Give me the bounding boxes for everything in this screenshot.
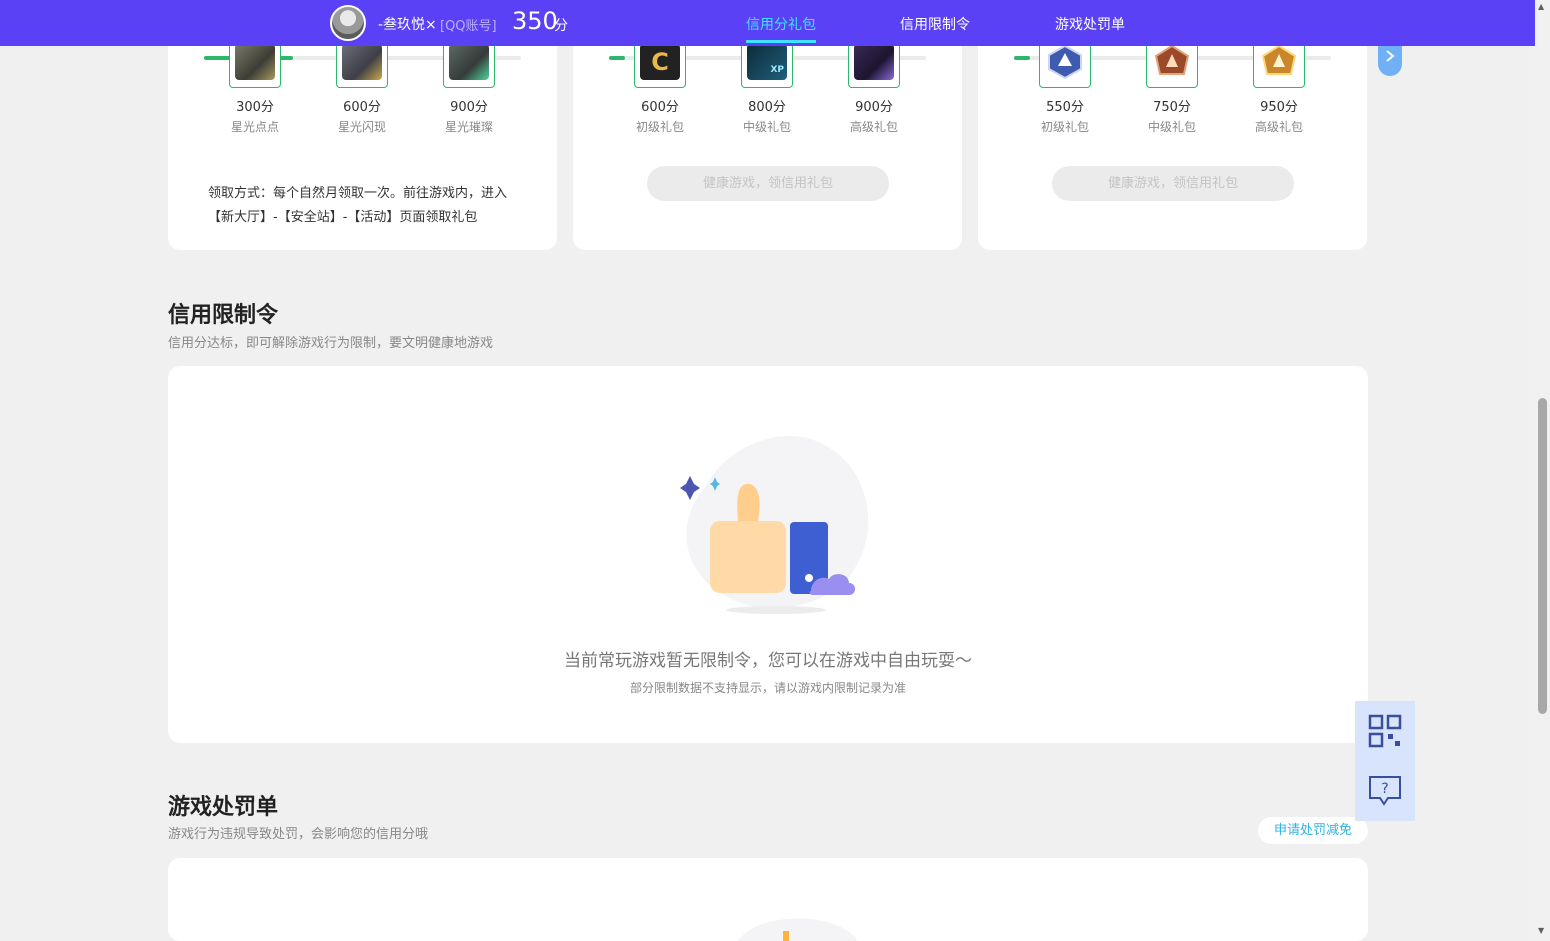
penalty-illustration [738,918,858,941]
tier-points: 600分 [343,100,381,115]
scrollbar-thumb[interactable] [1538,398,1547,714]
empty-state-note: 部分限制数据不支持显示，请以游戏内限制记录为准 [629,681,906,695]
tier-points: 900分 [855,100,893,115]
avatar[interactable] [330,5,366,41]
tier-points: 750分 [1153,100,1191,115]
progress-fill [609,56,625,60]
tier-label: 中级礼包 [1147,120,1196,134]
tier-points: 600分 [641,100,679,115]
svg-text:?: ? [1381,781,1388,797]
gift-card-starlight: 300分 星光点点 600分 星光闪现 900分 星光璀璨 领取方式：每个自然月… [168,20,557,250]
thumbs-up-illustration [680,435,869,614]
tier-points: 300分 [236,100,274,115]
claim-gift-button[interactable]: 健康游戏，领信用礼包 [647,166,889,201]
qr-code-button[interactable] [1355,701,1415,761]
username: -叁玖悦× [378,17,437,33]
apply-penalty-reduction-button[interactable]: 申请处罚减免 [1258,817,1368,844]
tier-points: 800分 [748,100,786,115]
scroll-down-icon[interactable]: ▼ [1538,926,1544,935]
tier-label: 星光闪现 [337,120,386,134]
tier-label: 初级礼包 [635,120,684,134]
tier-points: 550分 [1046,100,1084,115]
claim-gift-button[interactable]: 健康游戏，领信用礼包 [1052,166,1294,201]
section-title-restriction: 信用限制令 [168,303,279,328]
help-button[interactable]: ? [1355,761,1415,821]
tier-label: 高级礼包 [849,120,898,134]
account-type: [QQ账号] [440,19,497,34]
empty-state-message: 当前常玩游戏暂无限制令，您可以在游戏中自由玩耍～ [564,651,972,671]
tier-label: 星光点点 [230,120,279,134]
section-title-penalty: 游戏处罚单 [168,795,279,820]
credit-score: 350 [512,7,558,35]
gift-card-level-packs: C XP 600分 初级礼包 800分 中级礼包 900分 高级礼包 健康游戏，… [573,20,962,250]
score-unit: 分 [554,18,568,34]
tab-game-penalty[interactable]: 游戏处罚单 [1055,14,1125,34]
tier-label: 中级礼包 [742,120,791,134]
gift-card-rank-packs: 550分 初级礼包 750分 中级礼包 950分 高级礼包 健康游戏，领信用礼包 [978,20,1367,250]
tier-points: 900分 [450,100,488,115]
qr-code-icon [1368,714,1402,748]
tier-label: 星光璀璨 [444,120,493,134]
claim-instructions: 领取方式：每个自然月领取一次。前往游戏内，进入【新大厅】-【安全站】-【活动】页… [208,186,508,225]
progress-fill [1014,56,1030,60]
scroll-up-icon[interactable]: ▲ [1538,2,1544,11]
chevron-right-icon [1386,50,1395,62]
section-subtitle-restriction: 信用分达标，即可解除游戏行为限制，要文明健康地游戏 [168,336,494,351]
top-nav-bar: -叁玖悦× [QQ账号] 350 分 信用分礼包 信用限制令 游戏处罚单 [0,0,1535,46]
tier-label: 高级礼包 [1254,120,1303,134]
restriction-panel: 当前常玩游戏暂无限制令，您可以在游戏中自由玩耍～ 部分限制数据不支持显示，请以游… [168,366,1368,743]
help-chat-icon: ? [1369,776,1401,806]
tab-credit-gift[interactable]: 信用分礼包 [746,14,816,43]
tab-credit-restriction[interactable]: 信用限制令 [900,14,970,34]
penalty-panel [168,858,1368,941]
tier-label: 初级礼包 [1040,120,1089,134]
tier-points: 950分 [1260,100,1298,115]
section-subtitle-penalty: 游戏行为违规导致处罚，会影响您的信用分哦 [168,827,429,842]
